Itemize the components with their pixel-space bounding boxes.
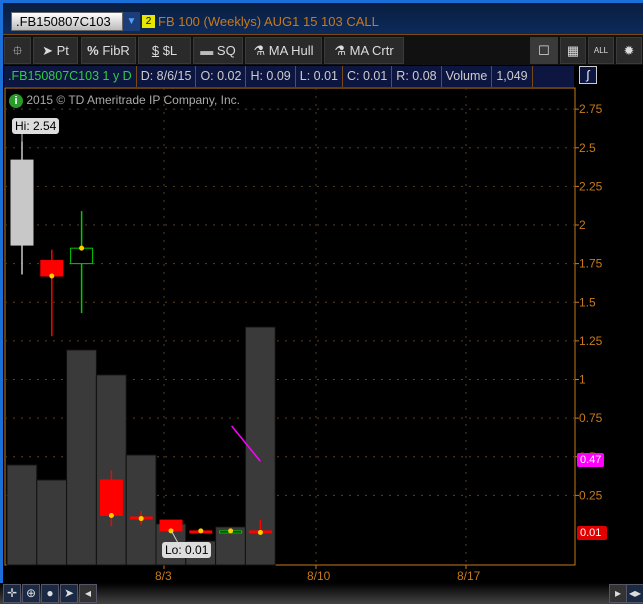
close-dot xyxy=(198,528,204,534)
bottom-toolbar: ✛ ⊕ ● ➤ ◂ ▸ ◂▸ xyxy=(0,583,643,604)
x-tick-label: 8/17 xyxy=(457,569,481,583)
y-tick-label: 0.25 xyxy=(579,488,603,502)
volume-bar xyxy=(66,349,97,566)
copyright: i 2015 © TD Ameritrade IP Company, Inc. xyxy=(9,93,240,108)
close-dot xyxy=(228,528,234,534)
zoom-in-icon[interactable]: ⊕ xyxy=(22,584,40,603)
y-tick-label: 1.75 xyxy=(579,257,603,271)
lo-label: Lo: 0.01 xyxy=(162,542,212,558)
hi-label: Hi: 2.54 xyxy=(12,118,60,134)
candle-body xyxy=(99,479,123,516)
candle-body xyxy=(10,159,34,246)
price-chart[interactable]: 0.250.50.7511.251.51.7522.252.52.758/38/… xyxy=(0,0,643,604)
x-tick-label: 8/10 xyxy=(307,569,331,583)
expand-icon[interactable]: ◂▸ xyxy=(626,584,643,603)
crosshair-icon[interactable]: ✛ xyxy=(3,584,21,603)
y-tick-label: 2.5 xyxy=(579,141,596,155)
close-dot xyxy=(49,273,55,279)
y-tick-label: 2 xyxy=(579,218,586,232)
y-tick-label: 0.75 xyxy=(579,411,603,425)
close-dot xyxy=(108,512,114,518)
y-tick-label: 1.25 xyxy=(579,334,603,348)
close-dot xyxy=(257,529,263,535)
y-tick-label: 2.25 xyxy=(579,179,603,193)
left-border xyxy=(0,0,3,604)
volume-bar xyxy=(125,454,157,566)
last-price-value: 0.01 xyxy=(577,526,607,540)
y-tick-label: 2.75 xyxy=(579,102,603,116)
pointer-icon[interactable]: ➤ xyxy=(60,584,78,603)
scroll-left-button[interactable]: ◂ xyxy=(79,584,97,603)
volume-bar xyxy=(95,374,127,566)
study-last-value: 0.47 xyxy=(577,453,605,467)
volume-bar xyxy=(36,479,68,566)
close-dot xyxy=(138,516,144,522)
info-icon: i xyxy=(9,94,23,108)
x-tick-label: 8/3 xyxy=(155,569,172,583)
close-dot xyxy=(79,245,85,251)
scroll-right-button[interactable]: ▸ xyxy=(609,584,627,603)
zoom-out-icon[interactable]: ● xyxy=(41,584,59,603)
volume-bar xyxy=(6,464,38,566)
y-tick-label: 1 xyxy=(579,373,586,387)
y-tick-label: 1.5 xyxy=(579,295,596,309)
horizontal-scrollbar[interactable] xyxy=(98,584,608,603)
